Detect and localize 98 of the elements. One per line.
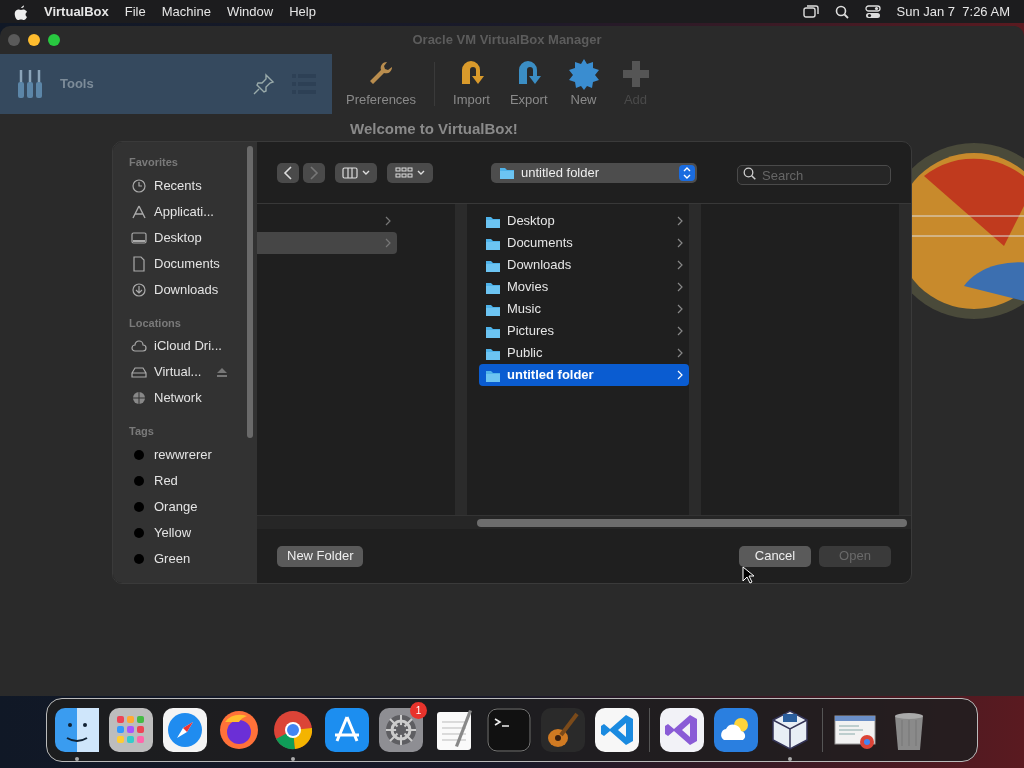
pin-icon[interactable]	[252, 72, 276, 96]
column-resize-handle[interactable]	[689, 204, 701, 515]
sidebar-heading: Locations	[129, 315, 182, 331]
sidebar-item[interactable]: Orange	[121, 493, 257, 520]
folder-icon	[499, 165, 515, 180]
chevron-right-icon	[385, 216, 391, 226]
apple-icon	[14, 3, 28, 20]
sidebar-item[interactable]: Applicati...	[121, 198, 257, 225]
drive-icon	[131, 364, 147, 380]
sidebar-item[interactable]: Documents	[121, 250, 257, 277]
caret-icon	[362, 169, 370, 176]
code-editor-icon[interactable]	[595, 708, 639, 752]
group-button[interactable]	[387, 162, 433, 183]
starburst-icon	[567, 58, 600, 91]
scrollbar-thumb[interactable]	[247, 146, 253, 438]
folder-row[interactable]: Movies	[479, 276, 689, 298]
chevron-left-icon	[283, 165, 293, 180]
folder-row[interactable]: Public	[479, 342, 689, 364]
folder-row[interactable]: Desktop	[479, 210, 689, 232]
folder-row[interactable]: untitled folder	[479, 364, 689, 386]
caret-icon	[417, 169, 425, 176]
chevron-right-icon	[677, 304, 683, 314]
toolbar-button[interactable]: Import	[447, 56, 496, 112]
chevron-right-icon	[677, 348, 683, 358]
stepper-icon	[679, 164, 695, 181]
fox-globe-icon[interactable]	[217, 708, 261, 752]
document-icon	[131, 255, 147, 272]
dialog-button[interactable]: Cancel	[739, 545, 811, 567]
tools-label: Tools	[60, 75, 94, 94]
globe-icon	[131, 390, 147, 406]
minimize-button[interactable]	[28, 34, 40, 46]
column-resize-handle[interactable]	[899, 204, 911, 515]
chevron-right-icon	[677, 282, 683, 292]
chevron-right-icon	[385, 238, 391, 248]
new-folder-button[interactable]: New Folder	[277, 545, 364, 567]
clock-icon	[131, 177, 147, 194]
zoom-button[interactable]	[48, 34, 60, 46]
folder-row[interactable]: Pictures	[479, 320, 689, 342]
sidebar-heading: Tags	[129, 424, 155, 439]
path-popup[interactable]: untitled folder	[491, 162, 697, 183]
toolbar-button[interactable]: Preferences	[340, 56, 423, 112]
app-menu[interactable]: VirtualBox	[44, 1, 109, 22]
welcome-heading: Welcome to VirtualBox!	[350, 119, 518, 139]
app-store-icon	[131, 203, 147, 220]
column-resize-handle[interactable]	[455, 204, 467, 515]
columns-icon	[342, 166, 358, 179]
control-center-icon[interactable]	[864, 4, 881, 19]
cloud-sun-icon[interactable]	[714, 708, 758, 752]
sidebar-item[interactable]: iCloud Dri...	[121, 333, 257, 359]
compass-icon[interactable]	[163, 708, 207, 752]
chevron-right-icon	[677, 370, 683, 380]
menu-item[interactable]: Window	[226, 1, 274, 22]
sidebar-item[interactable]: rewwrerer	[121, 441, 257, 468]
sidebar-item[interactable]: Red	[121, 467, 257, 494]
guitar-icon[interactable]	[541, 708, 585, 752]
folder-row[interactable]: Music	[479, 298, 689, 320]
menu-item[interactable]: File	[124, 1, 146, 22]
chevron-right-icon	[677, 216, 683, 226]
folder-row[interactable]: Documents	[479, 232, 689, 254]
toolbar-button[interactable]: Export	[503, 56, 554, 112]
chevron-right-icon	[677, 238, 683, 248]
ring-logo-icon[interactable]	[271, 708, 315, 752]
toolbar-button[interactable]: New	[561, 56, 606, 112]
menu-item[interactable]: Machine	[161, 1, 211, 22]
sidebar-item[interactable]: Recents	[121, 172, 257, 199]
tools-icon	[16, 68, 44, 100]
sidebar-item[interactable]: Desktop	[121, 224, 257, 251]
gear-icon[interactable]	[379, 708, 423, 752]
app-store-icon[interactable]	[325, 708, 369, 752]
notification-badge: 1	[410, 702, 427, 719]
smiley-face-icon[interactable]	[55, 708, 99, 752]
chevron-right-icon	[309, 165, 319, 180]
search-field[interactable]: Search	[737, 165, 891, 185]
desktop-icon	[131, 229, 147, 246]
screen-mirroring-icon[interactable]	[802, 4, 819, 19]
cursor-icon	[742, 566, 754, 584]
sidebar-item[interactable]: Yellow	[121, 519, 257, 546]
search-icon[interactable]	[834, 4, 849, 19]
cloud-icon	[131, 338, 147, 354]
menu-clock[interactable]: Sun Jan 7 7:26 AM	[896, 1, 1010, 22]
forward-button[interactable]	[303, 162, 325, 183]
sidebar-item[interactable]: Green	[121, 545, 257, 572]
eject-icon[interactable]	[216, 366, 229, 378]
sidebar-item[interactable]: Downloads	[121, 276, 257, 303]
download-icon	[131, 281, 147, 298]
chevron-right-icon	[677, 326, 683, 336]
sidebar-heading: Favorites	[129, 155, 179, 170]
back-button[interactable]	[277, 162, 299, 183]
folder-row[interactable]: Downloads	[479, 254, 689, 276]
scrollbar-thumb[interactable]	[477, 519, 907, 527]
menu-item[interactable]: Help	[289, 1, 316, 22]
code-editor-icon[interactable]	[660, 708, 704, 752]
chevron-right-icon	[677, 260, 683, 270]
terminal-icon[interactable]	[487, 708, 531, 752]
app-grid-icon[interactable]	[109, 708, 153, 752]
sidebar-item[interactable]: Virtual...	[121, 359, 257, 385]
view-mode-button[interactable]	[335, 162, 377, 183]
grid-icon	[395, 166, 413, 179]
